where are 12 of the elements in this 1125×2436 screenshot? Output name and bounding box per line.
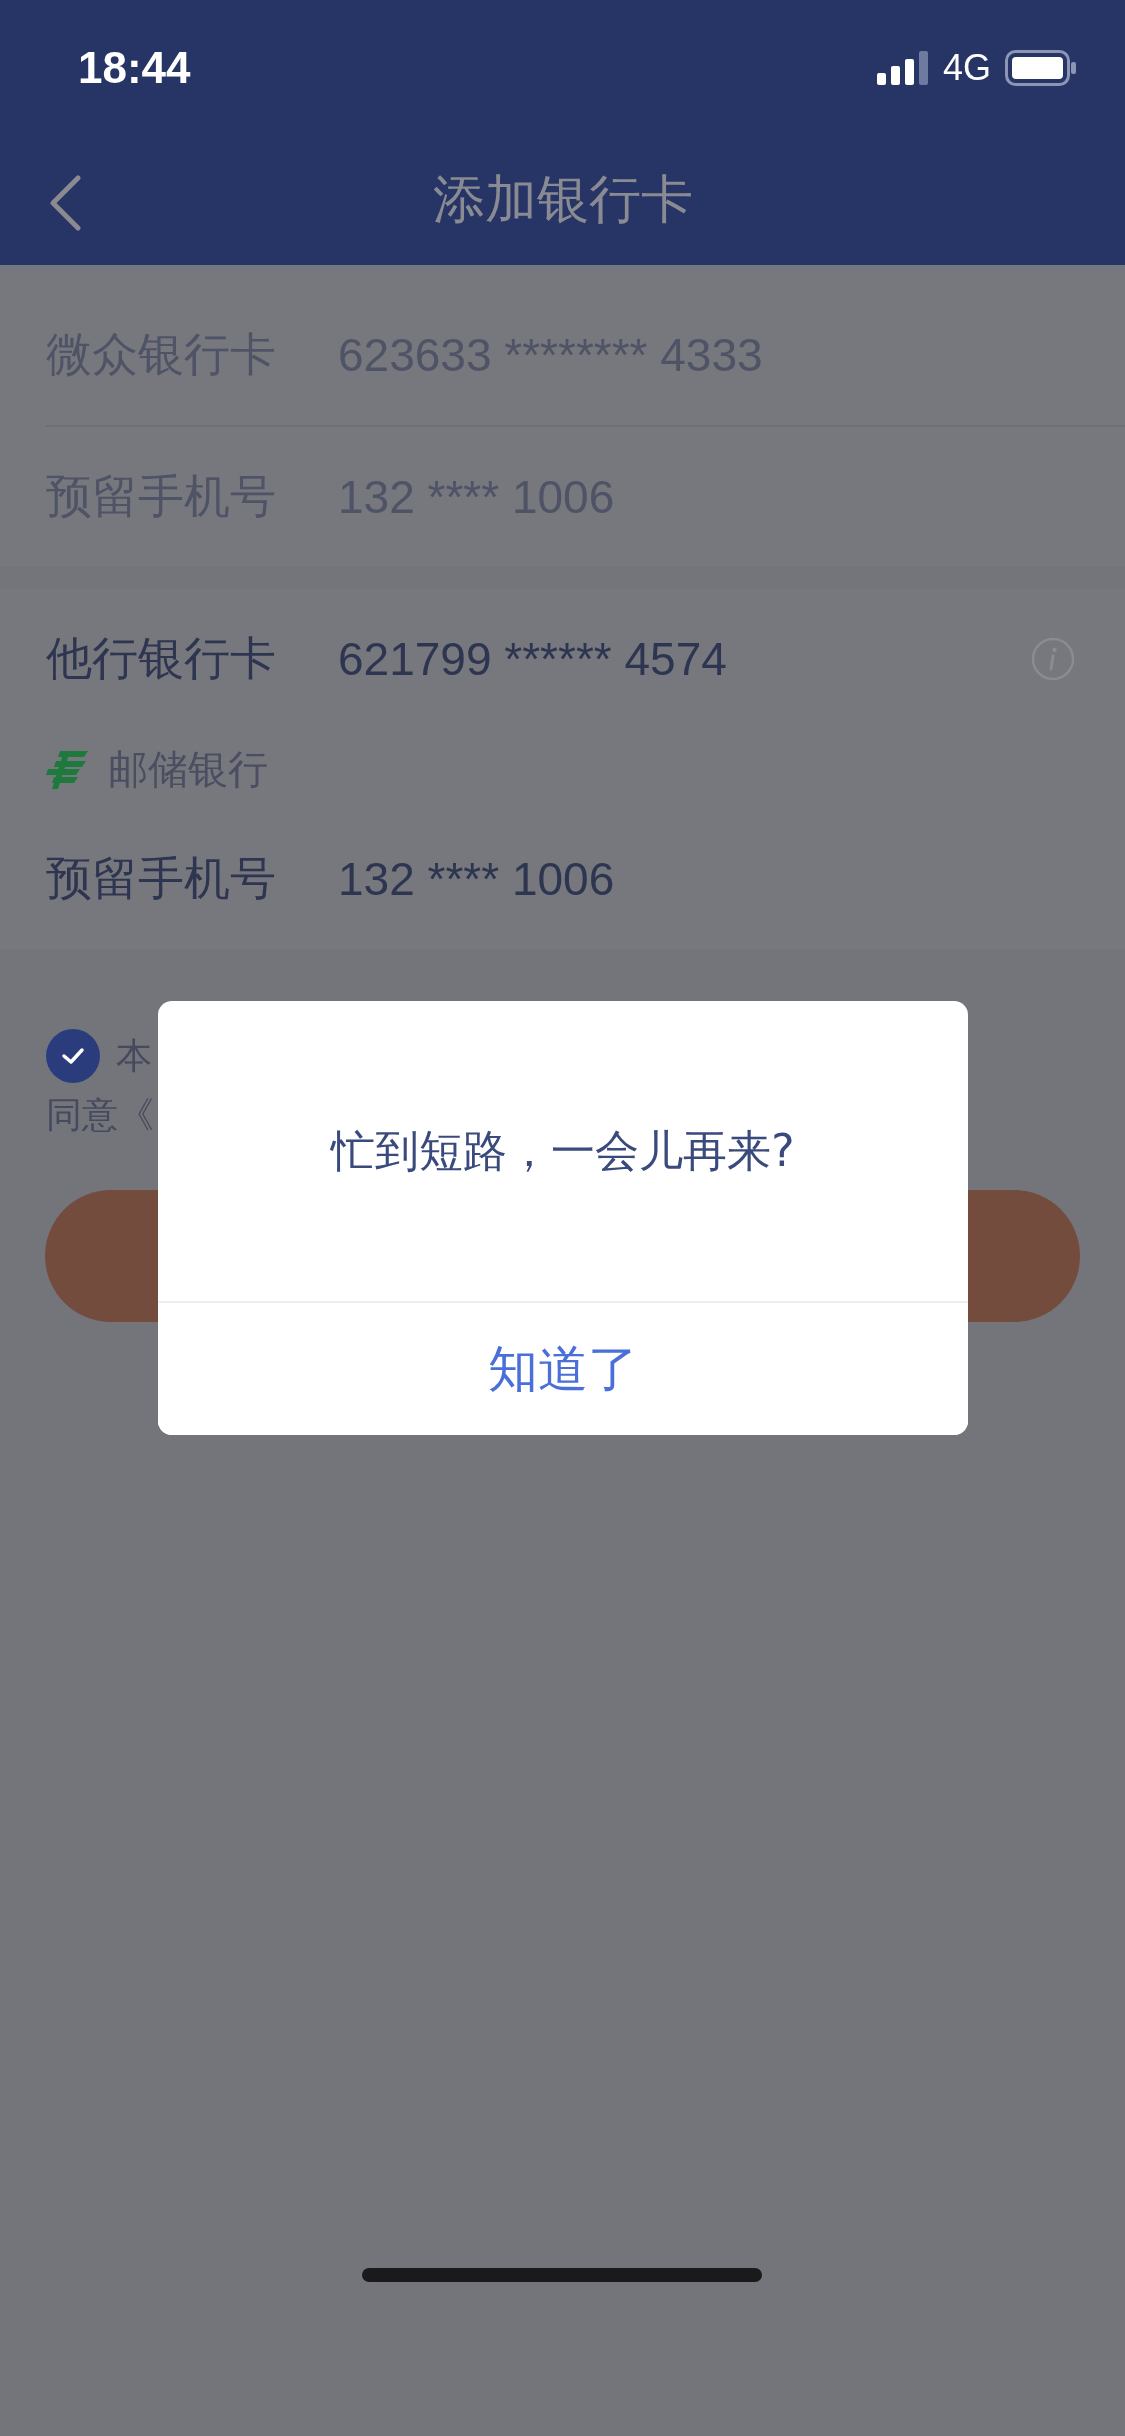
status-time: 18:44 [78, 42, 191, 93]
checkbox[interactable] [46, 1029, 100, 1083]
check-icon [61, 1047, 85, 1065]
signal-icon [876, 50, 929, 85]
page-title: 添加银行卡 [432, 168, 693, 231]
network-label: 4G [942, 46, 991, 89]
battery-icon [1005, 49, 1077, 86]
field-label: 预留手机号 [46, 850, 277, 907]
field-value: 132 **** 1006 [338, 852, 615, 906]
back-icon [48, 175, 82, 231]
field-label: 他行银行卡 [46, 630, 277, 687]
field-value: 621799 ****** 4574 [338, 632, 728, 686]
